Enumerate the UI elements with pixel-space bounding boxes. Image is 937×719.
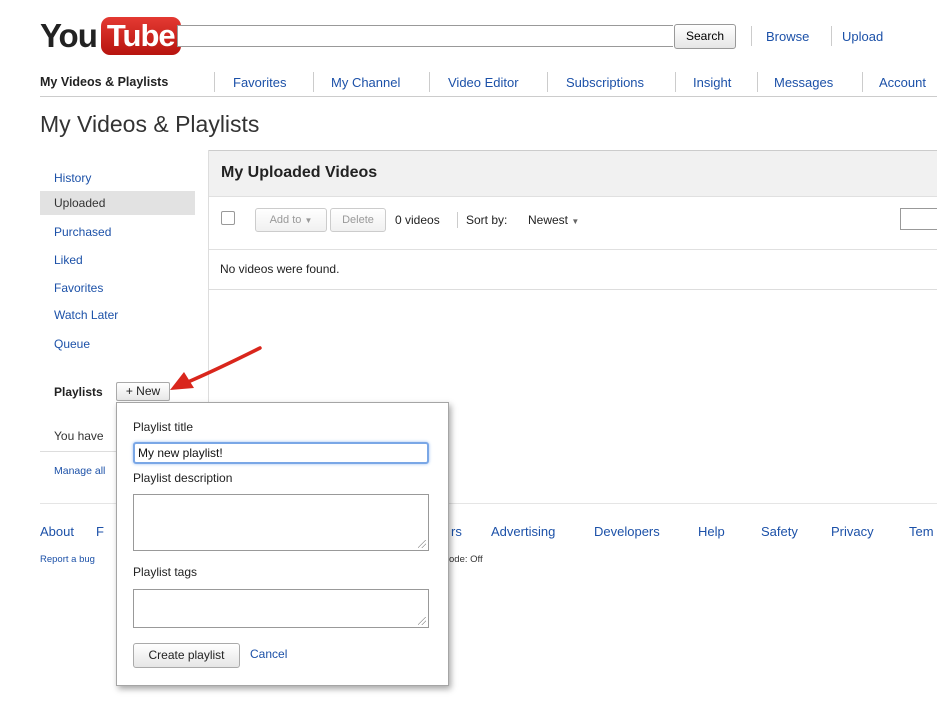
header-divider	[751, 26, 752, 46]
search-button[interactable]: Search	[674, 24, 736, 49]
playlist-tags-textarea[interactable]	[133, 589, 429, 628]
toolbar-divider	[457, 212, 458, 228]
tab-messages[interactable]: Messages	[774, 75, 833, 90]
filter-input[interactable]	[900, 208, 937, 230]
logo-you-text: You	[40, 17, 98, 54]
uploaded-videos-header: My Uploaded Videos	[209, 150, 937, 197]
footer-link-help[interactable]: Help	[698, 524, 725, 539]
playlist-title-input[interactable]: My new playlist!	[133, 442, 429, 464]
header-divider	[831, 26, 832, 46]
nav-divider	[313, 72, 314, 92]
nav-divider	[214, 72, 215, 92]
chevron-down-icon: ▼	[571, 217, 580, 226]
add-to-label: Add to	[269, 214, 302, 226]
footer-mode-text: ode: Off	[449, 554, 483, 565]
empty-message: No videos were found.	[220, 262, 340, 276]
resize-grip-icon[interactable]	[418, 617, 426, 625]
cancel-link[interactable]: Cancel	[250, 647, 287, 661]
tab-account[interactable]: Account	[879, 75, 926, 90]
playlists-empty-text: You have	[54, 429, 104, 443]
tab-insight[interactable]: Insight	[693, 75, 731, 90]
playlist-tags-label: Playlist tags	[133, 565, 198, 579]
section-title: My Uploaded Videos	[221, 164, 378, 181]
footer-link-partial[interactable]: F	[96, 524, 104, 539]
playlists-heading: Playlists	[54, 385, 103, 399]
report-bug-link[interactable]: Report a bug	[40, 554, 95, 565]
video-count: 0 videos	[395, 213, 440, 227]
sort-value: Newest	[528, 213, 569, 227]
add-to-button[interactable]: Add to ▼	[255, 208, 327, 232]
sort-dropdown[interactable]: Newest ▼	[528, 213, 579, 227]
footer-link-safety[interactable]: Safety	[761, 524, 798, 539]
footer-link-developers[interactable]: Developers	[594, 524, 660, 539]
sidebar-item-watch-later[interactable]: Watch Later	[54, 308, 118, 322]
page-title: My Videos & Playlists	[40, 111, 260, 137]
nav-divider	[429, 72, 430, 92]
playlist-title-label: Playlist title	[133, 420, 194, 434]
sidebar-item-history[interactable]: History	[54, 171, 91, 185]
tab-video-editor[interactable]: Video Editor	[448, 75, 519, 90]
content-divider	[209, 289, 937, 290]
playlist-description-textarea[interactable]	[133, 494, 429, 551]
playlist-description-label: Playlist description	[133, 471, 233, 485]
nav-divider	[547, 72, 548, 92]
youtube-logo[interactable]: You Tube	[40, 16, 181, 56]
tab-subscriptions[interactable]: Subscriptions	[566, 75, 644, 90]
tab-favorites[interactable]: Favorites	[233, 75, 286, 90]
footer-link-advertising[interactable]: Advertising	[491, 524, 555, 539]
sidebar-item-uploaded[interactable]: Uploaded	[40, 191, 195, 215]
account-nav-bar: My Videos & Playlists Favorites My Chann…	[40, 66, 937, 97]
sidebar-item-queue[interactable]: Queue	[54, 337, 90, 351]
logo-tube-text: Tube	[100, 17, 181, 55]
footer-link-partial-2[interactable]: rs	[451, 524, 462, 539]
footer-link-privacy[interactable]: Privacy	[831, 524, 874, 539]
footer-link-terms[interactable]: Tem	[909, 524, 934, 539]
manage-all-link[interactable]: Manage all	[54, 465, 105, 477]
nav-divider	[675, 72, 676, 92]
nav-divider	[862, 72, 863, 92]
select-all-checkbox[interactable]	[221, 211, 235, 225]
chevron-down-icon: ▼	[304, 216, 313, 225]
search-input[interactable]	[177, 25, 673, 47]
footer-link-about[interactable]: About	[40, 524, 74, 539]
sort-by-label: Sort by:	[466, 213, 508, 227]
nav-divider	[757, 72, 758, 92]
sidebar-item-liked[interactable]: Liked	[54, 253, 83, 267]
tab-my-channel[interactable]: My Channel	[331, 75, 400, 90]
create-playlist-button[interactable]: Create playlist	[133, 643, 240, 668]
new-playlist-popup: Playlist title My new playlist! Playlist…	[116, 402, 449, 686]
tab-my-videos-playlists[interactable]: My Videos & Playlists	[40, 75, 168, 89]
resize-grip-icon[interactable]	[418, 540, 426, 548]
browse-link[interactable]: Browse	[766, 29, 809, 44]
upload-link[interactable]: Upload	[842, 29, 883, 44]
delete-button[interactable]: Delete	[330, 208, 386, 232]
red-arrow-annotation	[170, 346, 262, 390]
video-toolbar: Add to ▼ Delete 0 videos Sort by: Newest…	[209, 197, 937, 250]
sidebar-item-purchased[interactable]: Purchased	[54, 225, 111, 239]
sidebar-item-favorites[interactable]: Favorites	[54, 281, 103, 295]
